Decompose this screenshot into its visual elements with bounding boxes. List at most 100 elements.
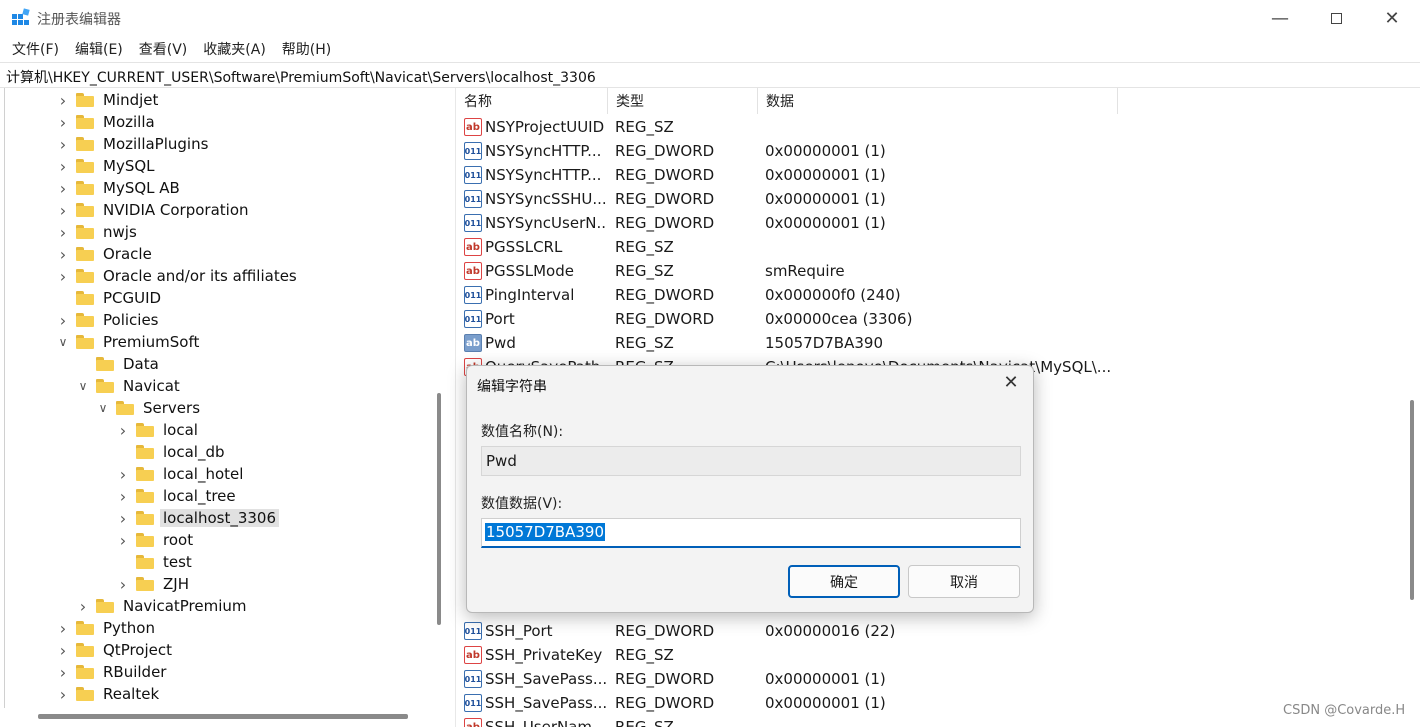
menu-file[interactable]: 文件(F) (4, 39, 67, 59)
chevron-right-icon[interactable]: › (56, 157, 70, 176)
chevron-right-icon[interactable]: › (56, 179, 70, 198)
tree-item[interactable]: › Realtek (56, 683, 162, 705)
tree-item[interactable]: › Oracle (56, 243, 155, 265)
maximize-button[interactable] (1308, 0, 1364, 36)
chevron-down-icon[interactable]: ∨ (96, 401, 110, 415)
tree-item[interactable]: › NVIDIA Corporation (56, 199, 252, 221)
tree-item[interactable]: ∨ Navicat (76, 375, 183, 397)
column-header-type[interactable]: 类型 (608, 88, 758, 114)
key-tree-pane[interactable]: › Mindjet › Mozilla › MozillaPlugins › MySQL › My… (0, 88, 448, 727)
value-row[interactable]: 011 Port REG_DWORD 0x00000cea (3306) (456, 307, 1420, 331)
tree-item-label: PCGUID (103, 289, 162, 307)
tree-item[interactable]: PCGUID (56, 287, 164, 309)
tree-item[interactable]: ∨ PremiumSoft (56, 331, 202, 353)
menu-edit[interactable]: 编辑(E) (67, 39, 131, 59)
tree-item[interactable]: › Python (56, 617, 158, 639)
value-row[interactable]: ab NSYProjectUUID REG_SZ (456, 115, 1420, 139)
chevron-down-icon[interactable]: ∨ (56, 335, 70, 349)
tree-item[interactable]: › ZJH (116, 573, 192, 595)
tree-item[interactable]: › Oracle and/or its affiliates (56, 265, 300, 287)
value-row[interactable]: 011 SSH_Port REG_DWORD 0x00000016 (22) (456, 619, 1420, 643)
value-row[interactable]: 011 NSYSyncHTTP... REG_DWORD 0x00000001 (1) (456, 163, 1420, 187)
tree-item[interactable]: local_db (116, 441, 228, 463)
value-type: REG_DWORD (615, 214, 715, 232)
tree-item[interactable]: › Mozilla (56, 111, 158, 133)
value-data-input[interactable]: 15057D7BA390 (481, 518, 1021, 548)
tree-item[interactable]: › local (116, 419, 201, 441)
value-row[interactable]: 011 PingInterval REG_DWORD 0x000000f0 (240) (456, 283, 1420, 307)
tree-item[interactable]: ∨ Servers (96, 397, 203, 419)
value-row[interactable]: ab SSH_PrivateKey REG_SZ (456, 643, 1420, 667)
tree-item[interactable]: › nwjs (56, 221, 140, 243)
reg-dword-icon: 011 (464, 286, 482, 304)
chevron-right-icon[interactable]: › (56, 685, 70, 704)
chevron-right-icon[interactable]: › (56, 663, 70, 682)
chevron-right-icon[interactable]: › (116, 575, 130, 594)
minimize-button[interactable]: — (1252, 0, 1308, 36)
chevron-right-icon[interactable]: › (56, 223, 70, 242)
tree-item[interactable]: › local_hotel (116, 463, 246, 485)
tree-item[interactable]: › NavicatPremium (76, 595, 250, 617)
tree-item[interactable]: › Policies (56, 309, 161, 331)
value-row[interactable]: ab PGSSLCRL REG_SZ (456, 235, 1420, 259)
value-data: 0x00000001 (1) (765, 190, 886, 208)
tree-item[interactable]: › MySQL AB (56, 177, 183, 199)
value-row[interactable]: 011 NSYSyncSSHU... REG_DWORD 0x00000001 (1) (456, 187, 1420, 211)
chevron-right-icon[interactable]: › (76, 597, 90, 616)
value-row[interactable]: 011 SSH_SavePass... REG_DWORD 0x00000001 (1… (456, 691, 1420, 715)
tree-item[interactable]: › Mindjet (56, 89, 161, 111)
value-type: REG_SZ (615, 118, 674, 136)
menu-view[interactable]: 查看(V) (131, 39, 196, 59)
value-row[interactable]: 011 NSYSyncUserN... REG_DWORD 0x00000001 (1… (456, 211, 1420, 235)
tree-item[interactable]: Data (76, 353, 162, 375)
column-header-name[interactable]: 名称 (456, 88, 608, 114)
value-name-field: Pwd (481, 446, 1021, 476)
ok-button[interactable]: 确定 (788, 565, 900, 598)
chevron-right-icon[interactable]: › (56, 113, 70, 132)
chevron-right-icon[interactable]: › (56, 91, 70, 110)
chevron-right-icon[interactable]: › (56, 245, 70, 264)
chevron-down-icon[interactable]: ∨ (76, 379, 90, 393)
value-data: 0x00000001 (1) (765, 142, 886, 160)
chevron-right-icon[interactable]: › (56, 619, 70, 638)
chevron-right-icon[interactable]: › (56, 267, 70, 286)
cancel-button[interactable]: 取消 (908, 565, 1020, 598)
address-bar[interactable]: 计算机\HKEY_CURRENT_USER\Software\PremiumSo… (0, 62, 1420, 88)
list-vertical-scrollbar[interactable] (1410, 400, 1414, 600)
chevron-right-icon[interactable]: › (56, 135, 70, 154)
tree-item[interactable]: › localhost_3306 (116, 507, 280, 529)
folder-icon (76, 115, 94, 129)
tree-vertical-scrollbar[interactable] (437, 393, 441, 625)
tree-item[interactable]: › QtProject (56, 639, 175, 661)
tree-item[interactable]: › RBuilder (56, 661, 169, 683)
chevron-right-icon[interactable]: › (116, 421, 130, 440)
menu-help[interactable]: 帮助(H) (274, 39, 339, 59)
chevron-right-icon[interactable]: › (116, 465, 130, 484)
value-row[interactable]: 011 NSYSyncHTTP... REG_DWORD 0x00000001 (1) (456, 139, 1420, 163)
value-row[interactable]: ab PGSSLMode REG_SZ smRequire (456, 259, 1420, 283)
chevron-right-icon[interactable]: › (116, 487, 130, 506)
value-row[interactable]: ab Pwd REG_SZ 15057D7BA390 (456, 331, 1420, 355)
column-header-data[interactable]: 数据 (758, 88, 1118, 114)
chevron-right-icon[interactable]: › (116, 509, 130, 528)
tree-item[interactable]: › MozillaPlugins (56, 133, 211, 155)
tree-item[interactable]: › root (116, 529, 196, 551)
menu-favorites[interactable]: 收藏夹(A) (195, 39, 274, 59)
value-data: 15057D7BA390 (765, 334, 883, 352)
tree-item-label: NVIDIA Corporation (103, 201, 249, 219)
tree-item[interactable]: › MySQL (56, 155, 158, 177)
value-row[interactable]: 011 SSH_SavePass... REG_DWORD 0x00000001 (1… (456, 667, 1420, 691)
tree-item[interactable]: test (116, 551, 195, 573)
window-title: 注册表编辑器 (37, 12, 121, 28)
close-window-button[interactable]: ✕ (1364, 0, 1420, 36)
tree-item[interactable]: › local_tree (116, 485, 239, 507)
value-row[interactable]: ab SSH_UserNam... REG_SZ (456, 715, 1420, 727)
chevron-right-icon[interactable]: › (56, 641, 70, 660)
chevron-right-icon[interactable]: › (116, 531, 130, 550)
dialog-close-button[interactable]: ✕ (1001, 372, 1021, 394)
tree-horizontal-scrollbar[interactable] (38, 714, 408, 719)
chevron-right-icon[interactable]: › (56, 201, 70, 220)
tree-item-label: Data (123, 355, 159, 373)
folder-icon (76, 621, 94, 635)
chevron-right-icon[interactable]: › (56, 311, 70, 330)
